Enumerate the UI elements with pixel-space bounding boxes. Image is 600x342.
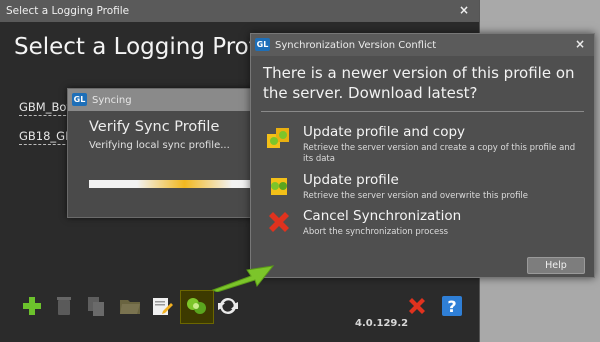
- progress-fill: [137, 180, 232, 188]
- folder-icon[interactable]: [118, 294, 142, 318]
- option-description: Retrieve the server version and overwrit…: [303, 191, 529, 201]
- version-conflict-dialog: GL Synchronization Version Conflict × Th…: [250, 33, 595, 278]
- option-label: Update profile: [303, 172, 399, 188]
- refresh-icon[interactable]: [216, 294, 240, 318]
- main-window-title: Select a Logging Profile: [6, 5, 130, 17]
- svg-text:?: ?: [447, 297, 456, 316]
- edit-icon[interactable]: [150, 294, 174, 318]
- option-label: Cancel Synchronization: [303, 208, 462, 224]
- sync-icon[interactable]: [184, 294, 208, 318]
- version-label: 4.0.129.2: [355, 318, 409, 329]
- conflict-message: There is a newer version of this profile…: [263, 64, 575, 102]
- help-button[interactable]: Help: [527, 257, 585, 274]
- main-close-button[interactable]: ×: [459, 3, 469, 17]
- option-description: Abort the synchronization process: [303, 227, 449, 237]
- callout-arrow-icon: [211, 262, 275, 293]
- divider: [261, 111, 584, 112]
- app-logo-icon: GL: [255, 38, 270, 51]
- sync-copy-icon: [265, 124, 293, 152]
- sync-status: Verifying local sync profile...: [89, 140, 230, 151]
- syncing-dialog: GL Syncing Verify Sync Profile Verifying…: [67, 88, 255, 218]
- conflict-titlebar: GL Synchronization Version Conflict ×: [251, 34, 594, 56]
- add-icon[interactable]: [20, 294, 44, 318]
- syncing-titlebar: GL Syncing: [68, 89, 254, 111]
- page-title: Select a Logging Profile: [14, 34, 284, 60]
- sync-overwrite-icon: [265, 172, 293, 200]
- syncing-title: Syncing: [92, 95, 132, 106]
- app-logo-icon: GL: [72, 93, 87, 106]
- sync-heading: Verify Sync Profile: [89, 119, 220, 135]
- option-description: Retrieve the server version and create a…: [303, 143, 576, 164]
- copy-icon[interactable]: [84, 294, 108, 318]
- main-titlebar: Select a Logging Profile ×: [0, 0, 479, 22]
- help-icon[interactable]: ?: [440, 294, 464, 318]
- delete-icon[interactable]: [52, 294, 76, 318]
- option-label: Update profile and copy: [303, 124, 466, 140]
- cancel-icon: [265, 208, 293, 236]
- cancel-icon[interactable]: [405, 294, 429, 318]
- sync-progress-bar: [89, 180, 254, 188]
- conflict-close-button[interactable]: ×: [575, 37, 585, 51]
- conflict-title: Synchronization Version Conflict: [275, 40, 437, 51]
- profile-item[interactable]: GBM_Bot: [19, 100, 71, 116]
